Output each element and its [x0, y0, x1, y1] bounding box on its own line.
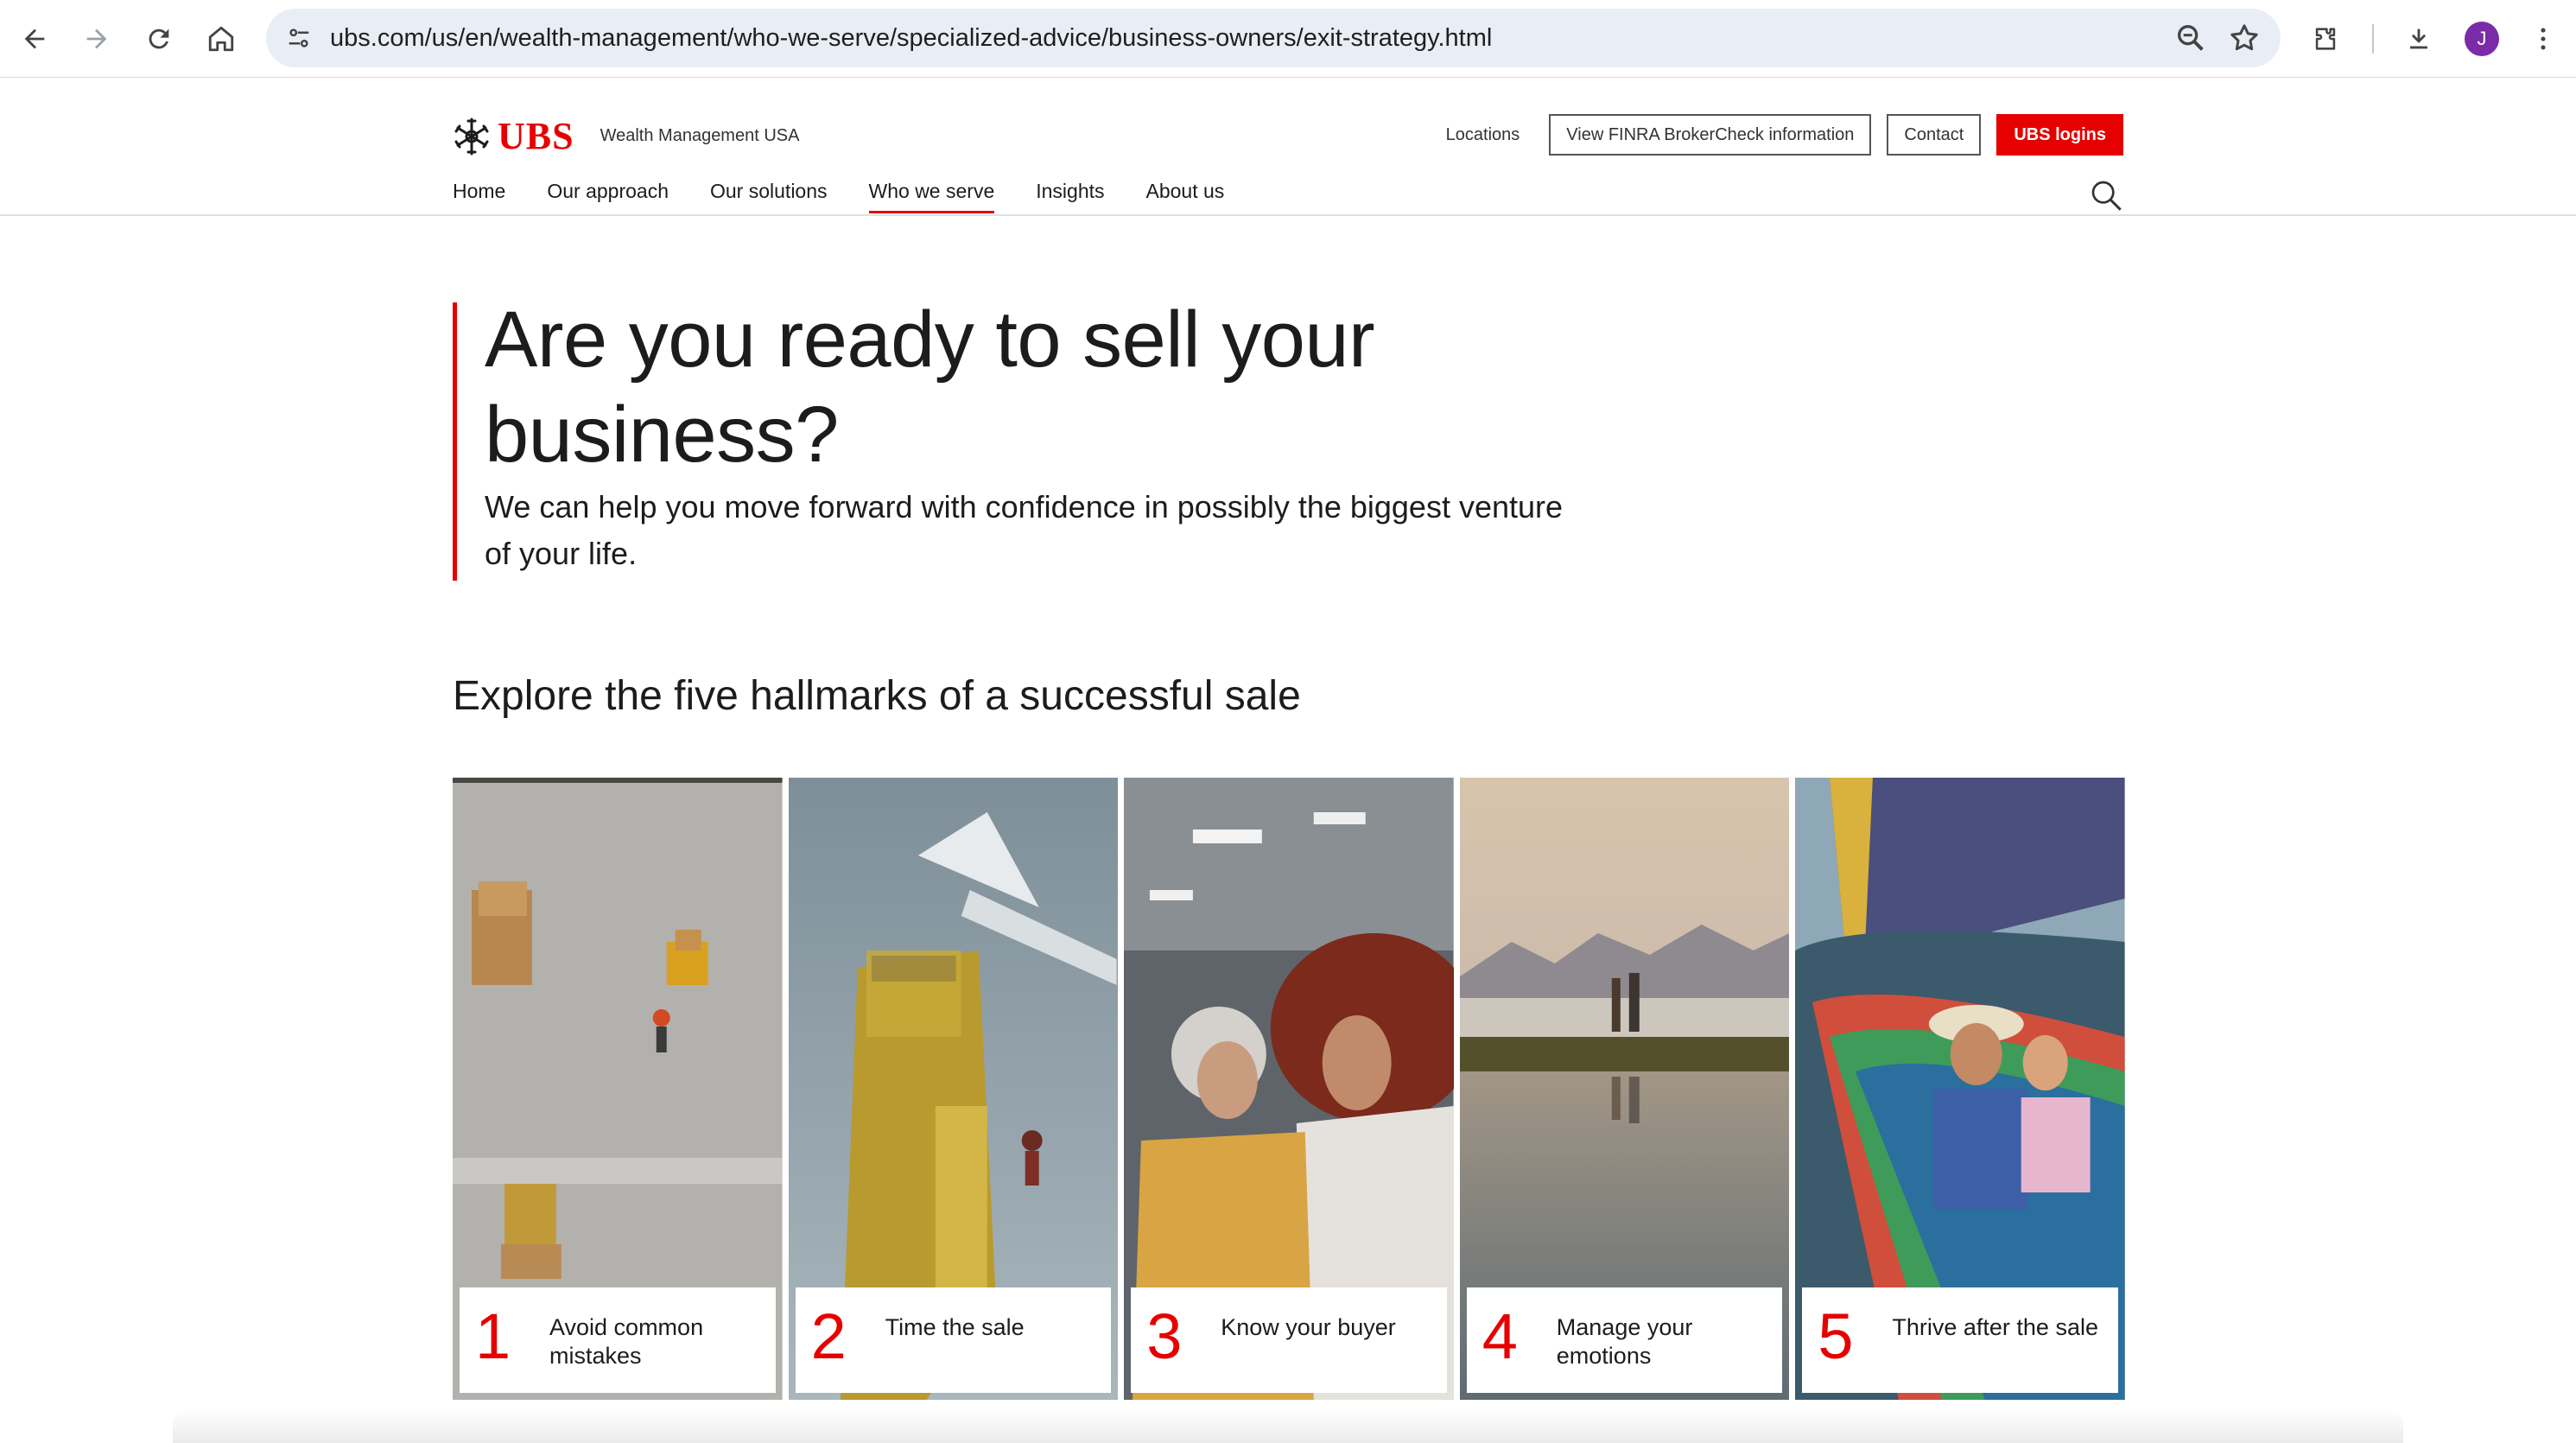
hallmark-card[interactable]: 5 Thrive after the sale: [1795, 778, 2125, 1400]
home-icon: [208, 26, 234, 52]
reload-icon: [149, 29, 169, 49]
main-navigation: Home Our approach Our solutions Who we s…: [453, 180, 1225, 213]
hallmark-cards: 1 Avoid common mistakes 2 Time the sale: [453, 778, 2125, 1400]
hero-subtitle: We can help you move forward with confid…: [485, 489, 1564, 571]
hallmark-card[interactable]: 2 Time the sale: [788, 778, 1119, 1400]
browser-toolbar: ubs.com/us/en/wealth-management/who-we-s…: [0, 0, 2576, 78]
forward-button[interactable]: [74, 16, 119, 61]
site-settings-icon[interactable]: [282, 21, 316, 55]
card-number: 3: [1146, 1300, 1183, 1372]
card-number: 4: [1482, 1300, 1518, 1372]
nav-item-our-approach[interactable]: Our approach: [547, 180, 669, 212]
ubs-logo[interactable]: UBS Wealth Management USA: [453, 114, 799, 158]
back-button[interactable]: [12, 16, 57, 61]
zoom-icon[interactable]: [2173, 21, 2208, 55]
address-bar[interactable]: ubs.com/us/en/wealth-management/who-we-s…: [266, 9, 2281, 67]
reload-button[interactable]: [136, 16, 181, 61]
nav-item-home[interactable]: Home: [453, 180, 505, 212]
puzzle-icon: [2315, 28, 2336, 50]
hallmark-card[interactable]: 4 Manage your emotions: [1459, 778, 1790, 1400]
arrow-left-icon: [24, 29, 45, 49]
home-button[interactable]: [199, 16, 244, 61]
card-text: Time the sale: [885, 1314, 1025, 1340]
section-title: Explore the five hallmarks of a successf…: [453, 673, 1301, 719]
card-label: 1 Avoid common mistakes: [460, 1287, 776, 1393]
card-label: 4 Manage your emotions: [1466, 1287, 1783, 1393]
logo-subtitle: Wealth Management USA: [600, 126, 800, 145]
ubs-logins-button[interactable]: UBS logins: [1996, 114, 2123, 156]
menu-button[interactable]: [2521, 16, 2566, 61]
finra-brokercheck-button[interactable]: View FINRA BrokerCheck information: [1549, 114, 1872, 156]
ubs-keys-icon: [454, 118, 489, 155]
kebab-menu-icon: [2541, 28, 2546, 50]
extensions-button[interactable]: [2303, 16, 2348, 61]
scroll-shadow: [173, 1408, 2403, 1443]
toolbar-divider: [2372, 24, 2374, 54]
card-number: 2: [810, 1300, 847, 1372]
card-number: 1: [475, 1300, 511, 1372]
utility-links: Locations View FINRA BrokerCheck informa…: [1446, 114, 2123, 156]
nav-item-insights[interactable]: Insights: [1036, 180, 1104, 212]
contact-button[interactable]: Contact: [1887, 114, 1982, 156]
nav-item-who-we-serve[interactable]: Who we serve: [868, 180, 994, 213]
search-button[interactable]: [2089, 178, 2123, 213]
card-text: Know your buyer: [1221, 1314, 1396, 1340]
profile-avatar[interactable]: J: [2465, 22, 2499, 56]
arrow-right-icon: [86, 29, 107, 49]
card-text: Manage your emotions: [1556, 1314, 1693, 1369]
site-header: UBS Wealth Management USA Locations View…: [0, 78, 2576, 216]
card-text: Thrive after the sale: [1892, 1314, 2098, 1340]
downloads-button[interactable]: [2396, 16, 2441, 61]
nav-item-our-solutions[interactable]: Our solutions: [710, 180, 828, 212]
bookmark-star-icon[interactable]: [2227, 21, 2262, 55]
url-text[interactable]: ubs.com/us/en/wealth-management/who-we-s…: [330, 9, 1492, 67]
card-number: 5: [1818, 1300, 1854, 1372]
card-label: 3 Know your buyer: [1131, 1287, 1447, 1393]
locations-link[interactable]: Locations: [1446, 125, 1520, 145]
card-label: 2 Time the sale: [795, 1287, 1112, 1393]
hero: Are you ready to sell your business? We …: [453, 296, 1576, 581]
card-label: 5 Thrive after the sale: [1802, 1287, 2118, 1393]
page-title: Are you ready to sell your business?: [485, 296, 1375, 479]
search-icon: [2091, 181, 2122, 211]
logo-wordmark: UBS: [498, 115, 574, 157]
nav-item-about-us[interactable]: About us: [1146, 180, 1225, 212]
card-text: Avoid common mistakes: [549, 1314, 704, 1369]
download-icon: [2410, 29, 2427, 49]
hallmark-card[interactable]: 3 Know your buyer: [1124, 778, 1454, 1400]
hallmark-card[interactable]: 1 Avoid common mistakes: [453, 778, 783, 1400]
